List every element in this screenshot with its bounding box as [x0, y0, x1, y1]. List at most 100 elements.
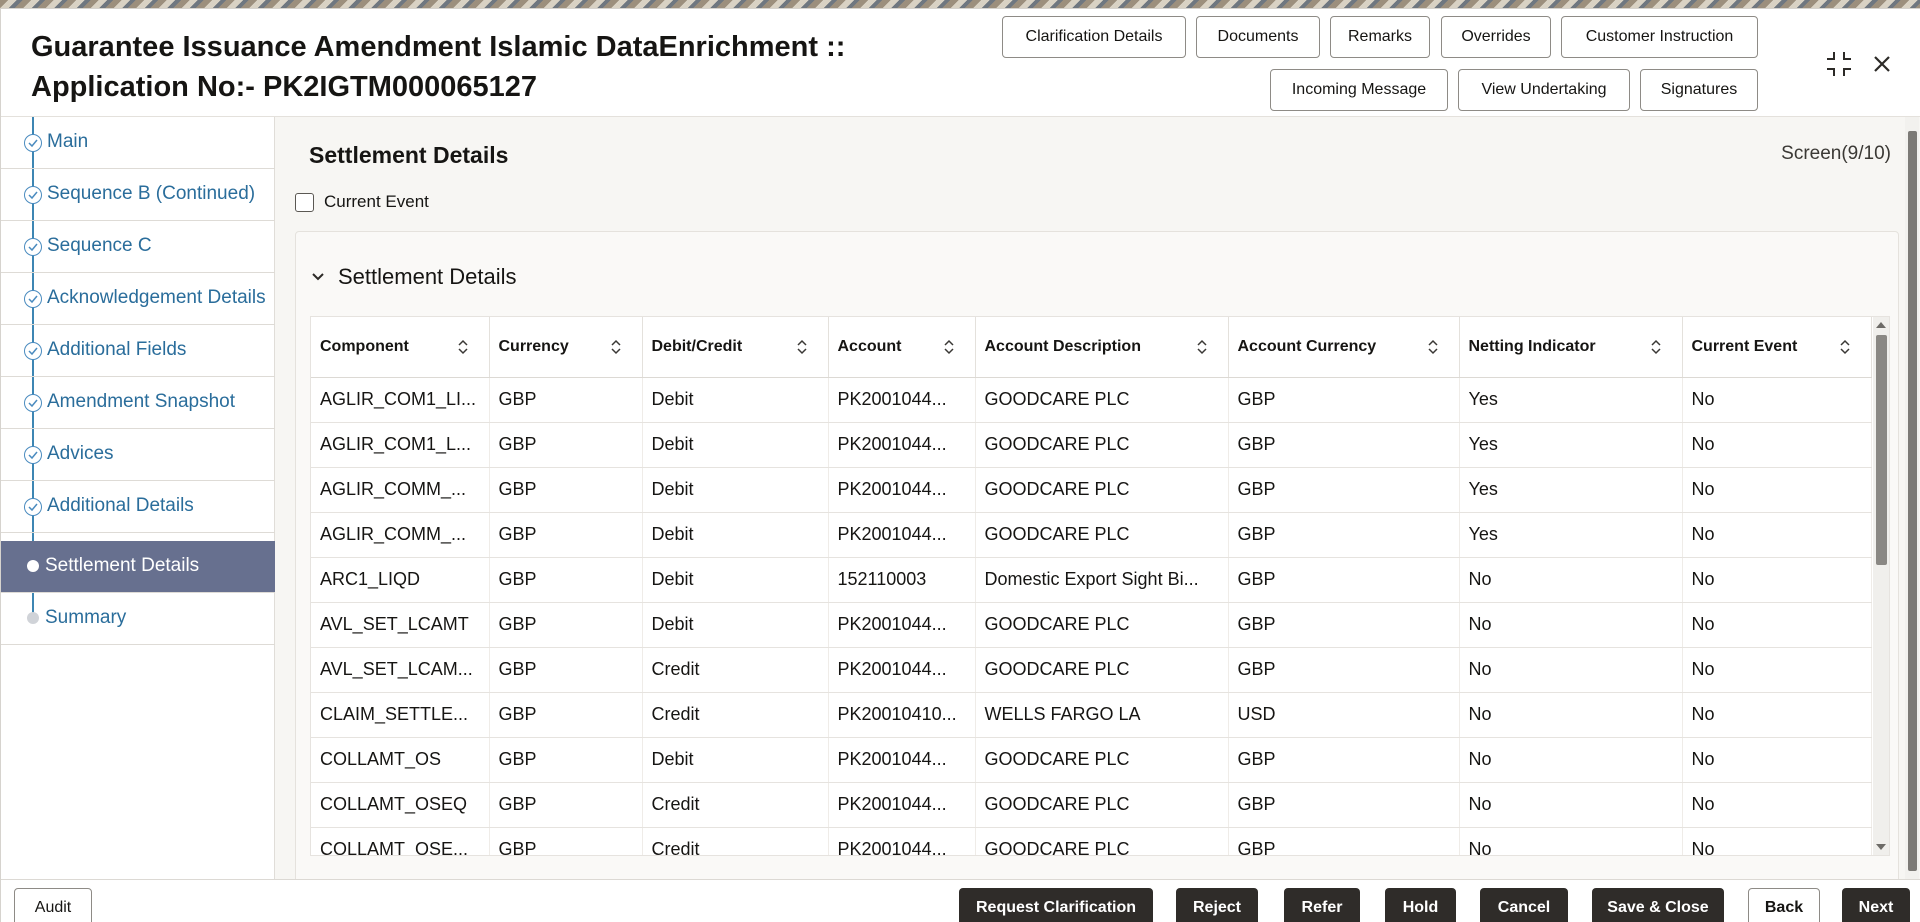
cell-account-description: GOODCARE PLC — [975, 647, 1229, 693]
incoming-message-button[interactable]: Incoming Message — [1270, 69, 1448, 111]
cell-account-currency: GBP — [1228, 602, 1460, 648]
table-row[interactable]: AVL_SET_LCAMT GBP Debit PK2001044... GOODCAR… — [311, 602, 1872, 648]
table-row[interactable]: COLLAMT_OSE... GBP Credit PK2001044... GOODC… — [311, 827, 1872, 855]
cell-netting-indicator: No — [1459, 602, 1683, 648]
audit-button[interactable]: Audit — [14, 888, 92, 922]
cell-account-description: GOODCARE PLC — [975, 512, 1229, 558]
cell-component: AVL_SET_LCAM... — [311, 647, 490, 693]
cell-current-event: No — [1682, 422, 1872, 468]
cell-account-description: GOODCARE PLC — [975, 827, 1229, 855]
cell-current-event: No — [1682, 737, 1872, 783]
cell-account-description: GOODCARE PLC — [975, 377, 1229, 423]
column-header-account-description[interactable]: Account Description — [975, 317, 1229, 378]
cell-debit-credit: Debit — [642, 422, 829, 468]
next-button[interactable]: Next — [1842, 888, 1910, 922]
collapse-arrows-icon[interactable] — [1824, 49, 1854, 79]
table-body: AGLIR_COM1_LI... GBP Debit PK2001044... GOOD… — [311, 377, 1872, 855]
sidebar-item-label: Settlement Details — [45, 555, 200, 576]
cell-account: PK2001044... — [828, 467, 976, 513]
cancel-button[interactable]: Cancel — [1480, 888, 1568, 922]
sidebar-item-main[interactable]: Main — [1, 117, 275, 169]
column-header-debit-credit[interactable]: Debit/Credit — [642, 317, 829, 378]
reject-button[interactable]: Reject — [1176, 888, 1258, 922]
cell-account: PK2001044... — [828, 827, 976, 855]
sort-icon[interactable] — [943, 339, 955, 355]
table-row[interactable]: COLLAMT_OSEQ GBP Credit PK2001044... GOODCAR… — [311, 782, 1872, 828]
section-header[interactable]: Settlement Details — [310, 264, 517, 290]
column-header-account-currency[interactable]: Account Currency — [1228, 317, 1460, 378]
table-row[interactable]: AGLIR_COM1_L... GBP Debit PK2001044... GOODC… — [311, 422, 1872, 468]
sidebar-item-additional-fields[interactable]: Additional Fields — [1, 325, 275, 377]
cell-currency: GBP — [489, 557, 643, 603]
sort-icon[interactable] — [1650, 339, 1662, 355]
column-header-netting-indicator[interactable]: Netting Indicator — [1459, 317, 1683, 378]
signatures-button[interactable]: Signatures — [1640, 69, 1758, 111]
cell-account: PK20010410... — [828, 692, 976, 738]
sidebar-item-settlement-details[interactable]: Settlement Details — [1, 541, 275, 593]
table-row[interactable]: AGLIR_COMM_... GBP Debit PK2001044... GOODCA… — [311, 512, 1872, 558]
title-line-2: Application No:- PK2IGTM000065127 — [31, 71, 538, 103]
table-row[interactable]: ARC1_LIQD GBP Debit 152110003 Domestic Expor… — [311, 557, 1872, 603]
remarks-button[interactable]: Remarks — [1330, 16, 1430, 58]
cell-netting-indicator: Yes — [1459, 377, 1683, 423]
current-event-checkbox[interactable]: Current Event — [295, 192, 429, 212]
sidebar-item-acknowledgement[interactable]: Acknowledgement Details — [1, 273, 275, 325]
cell-account-description: WELLS FARGO LA — [975, 692, 1229, 738]
table-row[interactable]: CLAIM_SETTLE... GBP Credit PK20010410... WEL… — [311, 692, 1872, 738]
sidebar-item-sequence-b[interactable]: Sequence B (Continued) — [1, 169, 275, 221]
cell-debit-credit: Debit — [642, 467, 829, 513]
cell-current-event: No — [1682, 647, 1872, 693]
clarification-details-button[interactable]: Clarification Details — [1002, 16, 1186, 58]
table-scrollbar[interactable] — [1873, 317, 1889, 855]
sort-icon[interactable] — [1427, 339, 1439, 355]
close-icon[interactable] — [1867, 49, 1897, 79]
customer-instruction-button[interactable]: Customer Instruction — [1561, 16, 1758, 58]
screen-counter: Screen(9/10) — [1781, 143, 1891, 164]
check-circle-icon — [24, 498, 42, 516]
cell-currency: GBP — [489, 377, 643, 423]
save-close-button[interactable]: Save & Close — [1592, 888, 1724, 922]
sidebar-nav: Main Sequence B (Continued) Sequence C A… — [1, 117, 275, 887]
sort-icon[interactable] — [1196, 339, 1208, 355]
sidebar-item-summary[interactable]: Summary — [1, 593, 275, 645]
check-circle-icon — [24, 134, 42, 152]
column-header-component[interactable]: Component — [311, 317, 490, 378]
checkbox-box[interactable] — [295, 192, 314, 212]
hold-button[interactable]: Hold — [1385, 888, 1456, 922]
page-scrollbar-thumb[interactable] — [1908, 131, 1917, 871]
scrollbar-thumb[interactable] — [1876, 335, 1887, 565]
sort-icon[interactable] — [457, 339, 469, 355]
table-row[interactable]: AGLIR_COM1_LI... GBP Debit PK2001044... GOOD… — [311, 377, 1872, 423]
table-row[interactable]: COLLAMT_OS GBP Debit PK2001044... GOODCARE P… — [311, 737, 1872, 783]
refer-button[interactable]: Refer — [1284, 888, 1360, 922]
cell-component: AGLIR_COMM_... — [311, 512, 490, 558]
documents-button[interactable]: Documents — [1196, 16, 1320, 58]
column-header-account[interactable]: Account — [828, 317, 976, 378]
request-clarification-button[interactable]: Request Clarification — [959, 888, 1153, 922]
overrides-button[interactable]: Overrides — [1441, 16, 1551, 58]
sidebar-item-amendment-snapshot[interactable]: Amendment Snapshot — [1, 377, 275, 429]
sort-icon[interactable] — [796, 339, 808, 355]
sidebar-item-advices[interactable]: Advices — [1, 429, 275, 481]
cell-account-currency: GBP — [1228, 467, 1460, 513]
scroll-down-icon[interactable] — [1876, 844, 1886, 850]
table-row[interactable]: AGLIR_COMM_... GBP Debit PK2001044... GOODCA… — [311, 467, 1872, 513]
column-header-current-event[interactable]: Current Event — [1682, 317, 1872, 378]
sort-icon[interactable] — [610, 339, 622, 355]
page-scrollbar[interactable] — [1905, 117, 1919, 887]
sidebar-item-sequence-c[interactable]: Sequence C — [1, 221, 275, 273]
scroll-up-icon[interactable] — [1876, 322, 1886, 328]
sidebar-item-additional-details[interactable]: Additional Details — [1, 481, 275, 533]
cell-account-description: GOODCARE PLC — [975, 467, 1229, 513]
sort-icon[interactable] — [1839, 339, 1851, 355]
cell-account: PK2001044... — [828, 602, 976, 648]
view-undertaking-button[interactable]: View Undertaking — [1458, 69, 1630, 111]
back-button[interactable]: Back — [1748, 888, 1820, 922]
sidebar-item-label: Additional Details — [47, 495, 194, 516]
sidebar-item-label: Sequence C — [47, 235, 152, 256]
column-header-currency[interactable]: Currency — [489, 317, 643, 378]
cell-component: AGLIR_COM1_LI... — [311, 377, 490, 423]
cell-account: PK2001044... — [828, 377, 976, 423]
cell-debit-credit: Credit — [642, 782, 829, 828]
table-row[interactable]: AVL_SET_LCAM... GBP Credit PK2001044... GOOD… — [311, 647, 1872, 693]
